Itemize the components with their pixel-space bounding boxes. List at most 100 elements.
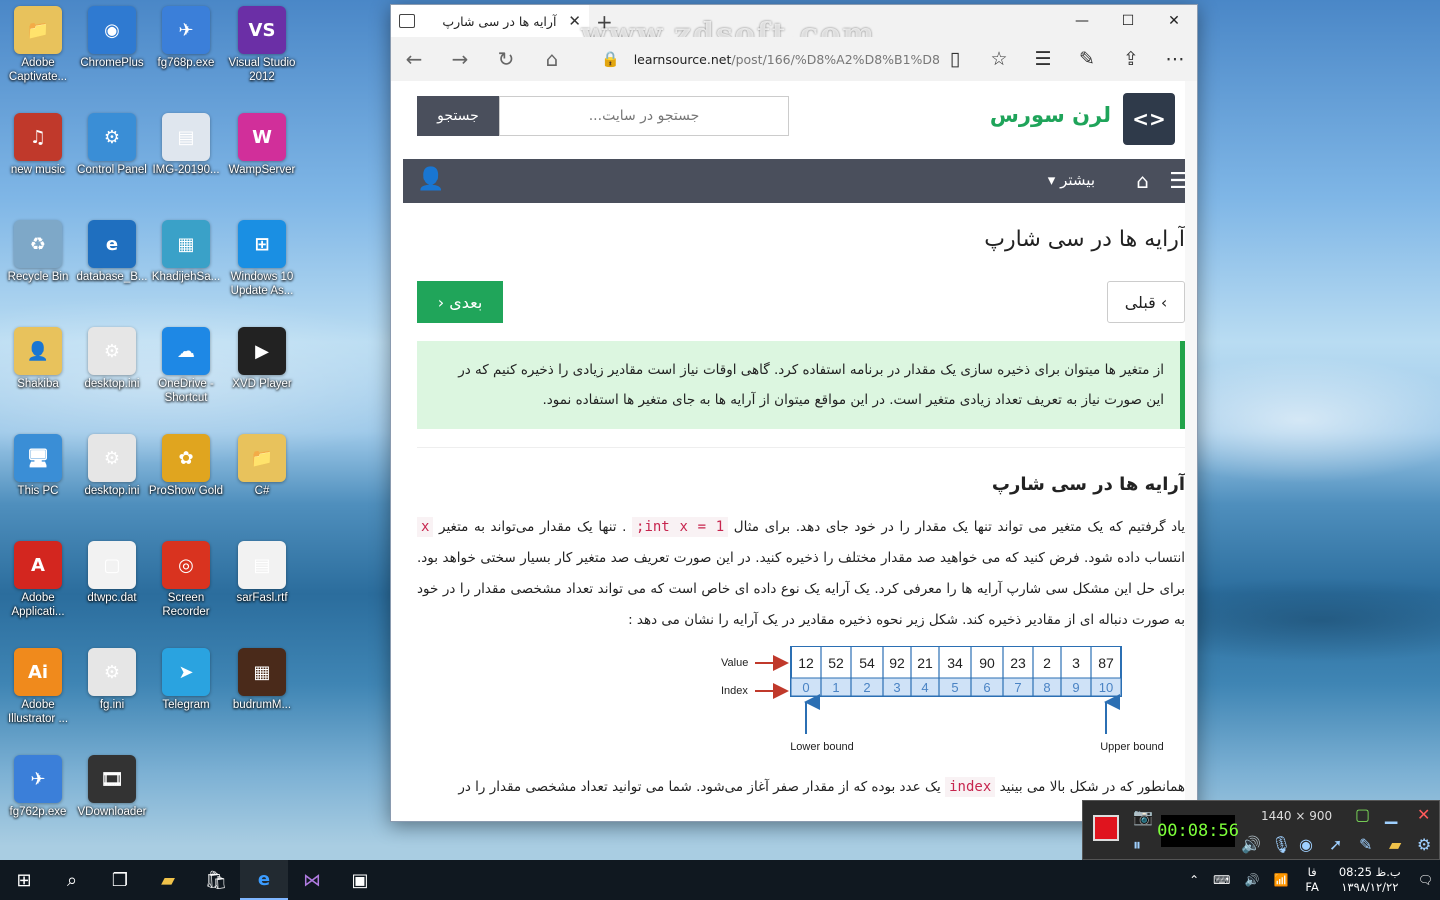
array-index: 8 <box>1043 680 1050 695</box>
desktop-icon-label: desktop.ini <box>84 378 140 390</box>
start-button[interactable]: ⊞ <box>0 860 48 900</box>
next-post-button[interactable]: بعدی ‹ <box>417 281 503 323</box>
desktop-icon[interactable]: Ai Adobe Illustrator ... <box>0 642 76 742</box>
desktop-icon[interactable]: ⚙ Control Panel <box>74 107 150 207</box>
reading-view-icon[interactable]: ▯ <box>933 48 977 70</box>
network-icon[interactable]: 📶 <box>1266 873 1295 887</box>
desktop-icon[interactable]: ♻ Recycle Bin <box>0 214 76 314</box>
desktop-icon[interactable]: A Adobe Applicati... <box>0 535 76 635</box>
desktop-icon[interactable]: ▦ KhadijehSa... <box>148 214 224 314</box>
desktop-icon[interactable]: ✈ fg768p.exe <box>148 0 224 100</box>
array-diagram: 12 0 52 1 54 2 92 3 21 4 34 5 90 6 23 7 2 8 3 9 87 10 Value Ind… <box>403 645 1197 772</box>
file-explorer-icon[interactable]: ▰ <box>144 860 192 900</box>
desktop-icon-label: IMG-20190... <box>152 164 220 176</box>
search-icon[interactable]: ⌕ <box>48 860 96 900</box>
record-stop-button[interactable] <box>1093 815 1119 841</box>
desktop-icon[interactable]: ▢ dtwpc.dat <box>74 535 150 635</box>
desktop-icon-label: Windows 10 Update As... <box>230 271 294 297</box>
site-logo-text[interactable]: لرن سورس <box>990 103 1111 127</box>
desktop-icon[interactable]: 🎞 VDownloader <box>74 749 150 849</box>
site-search-input[interactable]: جستجو در سایت... <box>499 96 789 136</box>
desktop-icon[interactable]: ⚙ desktop.ini <box>74 428 150 528</box>
home-icon[interactable]: ⌂ <box>1136 169 1149 193</box>
clock[interactable]: 08:25 ب.ظ ۱۳۹۸/۱۲/۲۲ <box>1329 865 1411 895</box>
desktop-icon[interactable]: ▶ XVD Player <box>224 321 300 421</box>
array-value: 2 <box>1043 655 1051 671</box>
desktop-icon[interactable]: ➤ Telegram <box>148 642 224 742</box>
para-text-b: . تنها یک مقدار می‌تواند به متغیر <box>439 519 627 535</box>
pause-button[interactable]: ⏸ <box>1133 835 1141 855</box>
desktop-icon[interactable]: ✿ ProShow Gold <box>148 428 224 528</box>
maximize-button[interactable]: ☐ <box>1105 5 1151 37</box>
close-window-button[interactable]: ✕ <box>1151 5 1197 37</box>
web-note-icon[interactable]: ✎ <box>1065 48 1109 70</box>
recorder-app-icon[interactable]: ▣ <box>336 860 384 900</box>
close-tab-icon[interactable]: ✕ <box>568 12 581 30</box>
desktop-icon[interactable]: ♫ new music <box>0 107 76 207</box>
desktop-icon[interactable]: 📁 Adobe Captivate... <box>0 0 76 100</box>
desktop-icon[interactable]: 🖥 This PC <box>0 428 76 528</box>
home-button[interactable]: ⌂ <box>529 47 575 71</box>
share-icon[interactable]: ⇪ <box>1109 48 1153 70</box>
desktop-icon-label: fg768p.exe <box>157 57 215 69</box>
input-icon[interactable]: ⌨ <box>1206 873 1237 887</box>
refresh-button[interactable]: ↻ <box>483 47 529 71</box>
favorite-star-icon[interactable]: ☆ <box>977 48 1021 70</box>
desktop-icon[interactable]: ✈ fg762p.exe <box>0 749 76 849</box>
window-controls: — ☐ ✕ <box>1059 5 1197 37</box>
cursor-icon[interactable]: ➚ <box>1329 835 1342 854</box>
desktop-icon[interactable]: ▦ budrumM... <box>224 642 300 742</box>
desktop-icon[interactable]: ⚙ fg.ini <box>74 642 150 742</box>
minimize-recorder-icon[interactable]: ▁ <box>1385 805 1397 824</box>
desktop-icon[interactable]: VS Visual Studio 2012 <box>224 0 300 100</box>
desktop-app-icon: ▤ <box>238 541 286 589</box>
speaker-icon[interactable]: 🔊 <box>1241 835 1261 854</box>
desktop-icon[interactable]: ▤ sarFasl.rtf <box>224 535 300 635</box>
pen-icon[interactable]: ✎ <box>1359 835 1372 854</box>
region-icon[interactable]: ▢ <box>1355 805 1370 824</box>
array-value: 21 <box>917 655 933 671</box>
hub-icon[interactable]: ☰ <box>1021 48 1065 70</box>
desktop-icon[interactable]: ▤ IMG-20190... <box>148 107 224 207</box>
microphone-icon[interactable]: 🎙 <box>1271 835 1291 854</box>
array-value: 23 <box>1010 655 1026 671</box>
user-account-icon[interactable]: 👤 <box>417 167 444 192</box>
desktop-icon[interactable]: ◉ ChromePlus <box>74 0 150 100</box>
menu-more-item[interactable]: بیشتر ▾ <box>1048 171 1095 189</box>
minimize-button[interactable]: — <box>1059 5 1105 37</box>
language-fa-text: فا <box>1307 865 1317 879</box>
desktop-icon[interactable]: 📁 C# <box>224 428 300 528</box>
webcam-icon[interactable]: ◉ <box>1299 835 1313 854</box>
page-scrollbar[interactable] <box>1185 81 1197 821</box>
tab-bar: آرایه ها در سی شارپ ✕ + www.zdsoft.com —… <box>391 5 1197 52</box>
desktop-icon[interactable]: 👤 Shakiba <box>0 321 76 421</box>
array-diagram-svg: 12 0 52 1 54 2 92 3 21 4 34 5 90 6 23 7 2 8 3 9 87 10 Value Ind… <box>721 645 1164 753</box>
previous-post-button[interactable]: › قبلی <box>1107 281 1185 323</box>
edge-browser-icon[interactable]: e <box>240 860 288 900</box>
desktop-icon[interactable]: ◎ Screen Recorder <box>148 535 224 635</box>
store-icon[interactable]: 🛍 <box>192 860 240 900</box>
array-value: 52 <box>828 655 844 671</box>
back-button[interactable]: ← <box>391 47 437 71</box>
chevron-up-icon[interactable]: ⌃ <box>1182 873 1206 887</box>
desktop-icon[interactable]: ⚙ desktop.ini <box>74 321 150 421</box>
settings-gear-icon[interactable]: ⚙ <box>1417 835 1431 854</box>
close-recorder-icon[interactable]: ✕ <box>1417 805 1430 824</box>
address-bar[interactable]: 🔒 learnsource.net /post/166/%D8%A2%D8%B1… <box>601 37 941 81</box>
desktop-icon[interactable]: ⊞ Windows 10 Update As... <box>224 214 300 314</box>
desktop-icon[interactable]: W WampServer <box>224 107 300 207</box>
forward-button[interactable]: → <box>437 47 483 71</box>
camera-icon[interactable]: 📷 <box>1133 807 1153 826</box>
folder-icon[interactable]: ▰ <box>1389 835 1401 854</box>
volume-icon[interactable]: 🔊 <box>1238 873 1267 887</box>
visual-studio-icon[interactable]: ⋈ <box>288 860 336 900</box>
site-logo-icon[interactable]: <> <box>1123 93 1175 145</box>
desktop-icon[interactable]: e database_B... <box>74 214 150 314</box>
site-search-button[interactable]: جستجو <box>417 96 499 136</box>
browser-tab[interactable]: آرایه ها در سی شارپ ✕ <box>391 5 589 37</box>
language-indicator[interactable]: فا FA <box>1295 865 1328 895</box>
desktop-icon[interactable]: ☁ OneDrive - Shortcut <box>148 321 224 421</box>
more-menu-icon[interactable]: ⋯ <box>1153 48 1197 70</box>
notifications-icon[interactable]: 🗨 <box>1411 873 1440 887</box>
task-view-icon[interactable]: ❐ <box>96 860 144 900</box>
